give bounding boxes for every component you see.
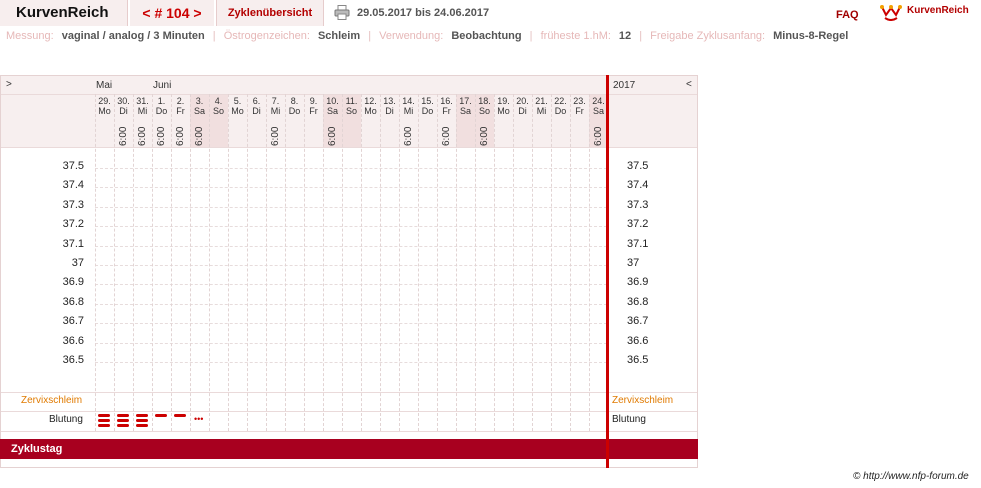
- cycle-day-label: Zyklustag: [11, 443, 63, 455]
- cycle-overview-label: Zyklenübersicht: [227, 7, 313, 19]
- year-label: 2017: [613, 80, 636, 91]
- info-value-freigabe: Minus-8-Regel: [773, 30, 849, 42]
- separator: |: [368, 30, 372, 42]
- info-value-frueheste: 12: [618, 30, 632, 42]
- separator: |: [529, 30, 533, 42]
- brand-title: KurvenReich: [16, 4, 109, 21]
- info-value-oestrogen: Schleim: [317, 30, 361, 42]
- month-label-juni: Juni: [153, 80, 172, 91]
- separator: |: [212, 30, 216, 42]
- zervix-label-right: Zervixschleim: [612, 395, 674, 406]
- date-range: 29.05.2017 bis 24.06.2017: [357, 7, 490, 19]
- zervix-label-left: Zervixschleim: [21, 395, 83, 406]
- info-label-freigabe: Freigabe Zyklusanfang:: [650, 30, 766, 42]
- cycle-day-bar: Zyklustag: [0, 439, 698, 459]
- month-label-mai: Mai: [96, 80, 113, 91]
- chart-frame: [0, 75, 698, 468]
- cycle-overview-button[interactable]: Zyklenübersicht: [216, 0, 324, 26]
- brand-box[interactable]: KurvenReich: [0, 0, 128, 26]
- faq-link[interactable]: FAQ: [836, 9, 859, 21]
- cycle-settings-line: Messung: vaginal / analog / 3 Minuten | Ö…: [6, 30, 848, 42]
- separator: |: [639, 30, 643, 42]
- blutung-label-right: Blutung: [612, 414, 646, 425]
- current-day-marker: [606, 75, 609, 468]
- crown-logo-icon[interactable]: [880, 3, 902, 21]
- info-label-verwendung: Verwendung:: [379, 30, 444, 42]
- blutung-label-left: Blutung: [49, 414, 83, 425]
- printer-icon[interactable]: [334, 5, 350, 20]
- info-value-verwendung: Beobachtung: [451, 30, 522, 42]
- copyright[interactable]: © http://www.nfp-forum.de: [853, 471, 969, 482]
- cycle-navigator[interactable]: < # 104 >: [130, 0, 214, 26]
- top-bar: KurvenReich < # 104 > Zyklenübersicht 29…: [0, 0, 981, 26]
- nav-previous-arrow[interactable]: >: [6, 79, 12, 90]
- info-label-oestrogen: Östrogenzeichen:: [223, 30, 310, 42]
- cycle-number[interactable]: < # 104 >: [142, 5, 201, 21]
- info-label-messung: Messung:: [6, 30, 54, 42]
- info-value-messung: vaginal / analog / 3 Minuten: [61, 30, 205, 42]
- nav-next-arrow[interactable]: <: [686, 79, 692, 90]
- info-label-frueheste: früheste 1.hM:: [540, 30, 611, 42]
- logo-text[interactable]: KurvenReich: [907, 5, 969, 16]
